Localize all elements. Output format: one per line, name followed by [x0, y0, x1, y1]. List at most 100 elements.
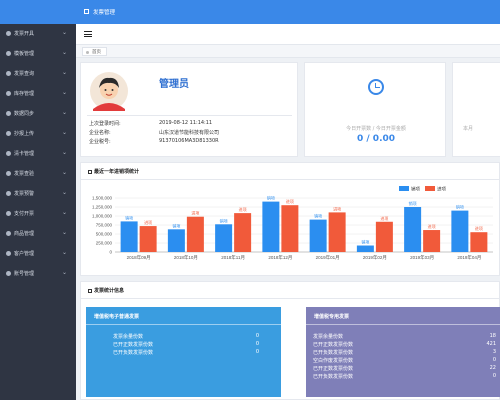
sidebar-item-account[interactable]: 账号管理 ⌄	[0, 264, 76, 284]
stat-row-label: 已开正数发票份数	[313, 342, 354, 348]
bar	[356, 245, 374, 252]
bar-data-label: 销项	[172, 222, 180, 228]
today-stats-value: 0 / 0.00	[356, 134, 396, 144]
bar	[167, 229, 185, 252]
sidebar-item-warning[interactable]: 发票预警 ⌄	[0, 184, 76, 204]
y-tick-label: 1,000,000	[92, 214, 113, 219]
chevron-down-icon: ⌄	[62, 169, 68, 176]
stat-row-value: 0	[492, 357, 496, 363]
bar	[215, 224, 233, 252]
sidebar-item-label: 发票预警	[14, 191, 35, 197]
sidebar-item-goods[interactable]: 商品管理 ⌄	[0, 224, 76, 244]
app-title: 发票管理	[93, 10, 116, 16]
stat-row-value: 0	[492, 373, 496, 379]
e-invoice-panel: 增值税电子普通发票 发票余量份数 0 已开正数发票份数 0 已开负数发票份数 0	[86, 307, 281, 397]
stat-row-value: 3	[492, 349, 496, 355]
chevron-down-icon: ⌄	[62, 149, 68, 156]
special-invoice-panel: 增值税专用发票 发票余量份数 18 已开正数发票份数 421 已开负数发票份数 3 空…	[306, 307, 500, 397]
bar-data-label: 销项	[409, 200, 417, 206]
stat-row-value: 0	[255, 349, 259, 355]
divider	[87, 115, 292, 116]
payment-icon	[6, 211, 11, 216]
bar	[375, 221, 393, 252]
e-invoice-panel-title: 增值税电子普通发票	[94, 314, 140, 320]
chart-section-icon	[88, 169, 92, 174]
stat-row-label: 已开正数发票份数	[113, 342, 154, 348]
stat-row-value: 22	[489, 365, 496, 371]
invoice-section-title: 发票统计信息	[88, 287, 124, 294]
last-login-label: 上次登录时间:	[89, 121, 121, 127]
bar-data-label: 销项	[267, 195, 275, 201]
stat-row-value: 0	[255, 333, 259, 339]
sidebar-item-label: 模板管理	[14, 51, 35, 57]
y-tick-label: 750,000	[96, 223, 113, 228]
sidebar-item-label: 商品管理	[14, 231, 35, 237]
bar-data-label: 销项	[361, 239, 369, 245]
bar	[423, 230, 441, 252]
sidebar-item-invoice-query[interactable]: 发票查询 ⌄	[0, 64, 76, 84]
y-tick-label: 500,000	[96, 232, 113, 237]
search-icon	[6, 71, 11, 76]
tab-home-label: 首页	[92, 50, 101, 55]
legend-swatch	[399, 186, 409, 191]
upload-icon	[6, 131, 11, 136]
sidebar-item-sync[interactable]: 数据同步 ⌄	[0, 104, 76, 124]
y-tick-label: 1,500,000	[92, 196, 113, 201]
today-stats-label: 今日开票数 / 今日开票金额	[346, 126, 406, 132]
stat-row-label: 已开负数发票份数	[313, 374, 354, 380]
stat-row: 发票余量份数 18	[306, 333, 500, 341]
special-invoice-panel-title: 增值税专用发票	[314, 314, 350, 320]
last-login-value: 2019-08-12 11:14:11	[159, 120, 213, 126]
x-tick-label: 2019年03月	[410, 254, 434, 261]
tab-home[interactable]: 首页	[82, 47, 107, 56]
top-bar: 发票管理	[0, 0, 500, 24]
bar-data-label: 进项	[475, 225, 483, 231]
sidebar-item-verify[interactable]: 发票查验 ⌄	[0, 164, 76, 184]
bar	[120, 221, 138, 252]
last-login-row: 上次登录时间: 2019-08-12 11:14:11	[89, 120, 212, 127]
sidebar-item-customer[interactable]: 客户管理 ⌄	[0, 244, 76, 264]
chevron-down-icon: ⌄	[62, 249, 68, 256]
chevron-down-icon: ⌄	[62, 109, 68, 116]
sidebar-item-invoice-issue[interactable]: 发票开具 ⌄	[0, 24, 76, 44]
stat-row: 已开负数发票份数 0	[306, 373, 500, 381]
sidebar-item-label: 发票开具	[14, 31, 35, 37]
tab-bar: 首页	[76, 44, 500, 58]
bar-data-label: 进项	[286, 198, 294, 204]
stat-row-value: 0	[255, 341, 259, 347]
sidebar-item-template[interactable]: 模板管理 ⌄	[0, 44, 76, 64]
special-invoice-panel-header: 增值税专用发票	[306, 307, 500, 325]
sidebar-item-label: 发票查验	[14, 171, 35, 177]
template-icon	[6, 51, 11, 56]
y-tick-label: 250,000	[96, 241, 113, 246]
tab-dot-icon	[86, 51, 89, 54]
legend-swatch	[425, 186, 435, 191]
chart-section-title-text: 最近一年进销项统计	[94, 169, 140, 175]
x-tick-label: 2018年11月	[221, 254, 245, 261]
sidebar-item-payment[interactable]: 支付开票 ⌄	[0, 204, 76, 224]
menu-bar	[76, 24, 500, 44]
card-icon	[6, 151, 11, 156]
sidebar-item-inventory[interactable]: 库存管理 ⌄	[0, 84, 76, 104]
chevron-down-icon: ⌄	[62, 209, 68, 216]
bar-data-label: 进项	[380, 215, 388, 221]
bar-data-label: 进项	[333, 205, 341, 211]
bar-chart: 0 250,000 500,000 750,000 1,000,000 1,250,000…	[92, 186, 493, 261]
sidebar-item-upload[interactable]: 抄报上传 ⌄	[0, 124, 76, 144]
verify-icon	[6, 171, 11, 176]
company-name-value: 山东汉道节能科技有限公司	[159, 130, 220, 136]
sidebar: 发票开具 ⌄ 模板管理 ⌄ 发票查询 ⌄ 库存管理 ⌄ 数据同步 ⌄ 抄报上传 ⌄ 清卡管理…	[0, 24, 76, 400]
bar-data-label: 销项	[125, 214, 133, 220]
bar-data-label: 进项	[239, 206, 247, 212]
hamburger-menu-icon[interactable]	[84, 31, 92, 37]
sync-icon	[6, 111, 11, 116]
x-tick-label: 2019年04月	[457, 254, 481, 261]
invoice-section-title-text: 发票统计信息	[94, 288, 125, 294]
bar	[470, 232, 488, 252]
sidebar-item-label: 账号管理	[14, 271, 35, 277]
sidebar-item-label: 清卡管理	[14, 151, 35, 157]
goods-icon	[6, 231, 11, 236]
stat-row-label: 已开负数发票份数	[313, 350, 354, 356]
sidebar-item-clear-card[interactable]: 清卡管理 ⌄	[0, 144, 76, 164]
chart-card: 最近一年进销项统计 0 250,000 500,000 750,000 1,000,00…	[80, 162, 500, 276]
